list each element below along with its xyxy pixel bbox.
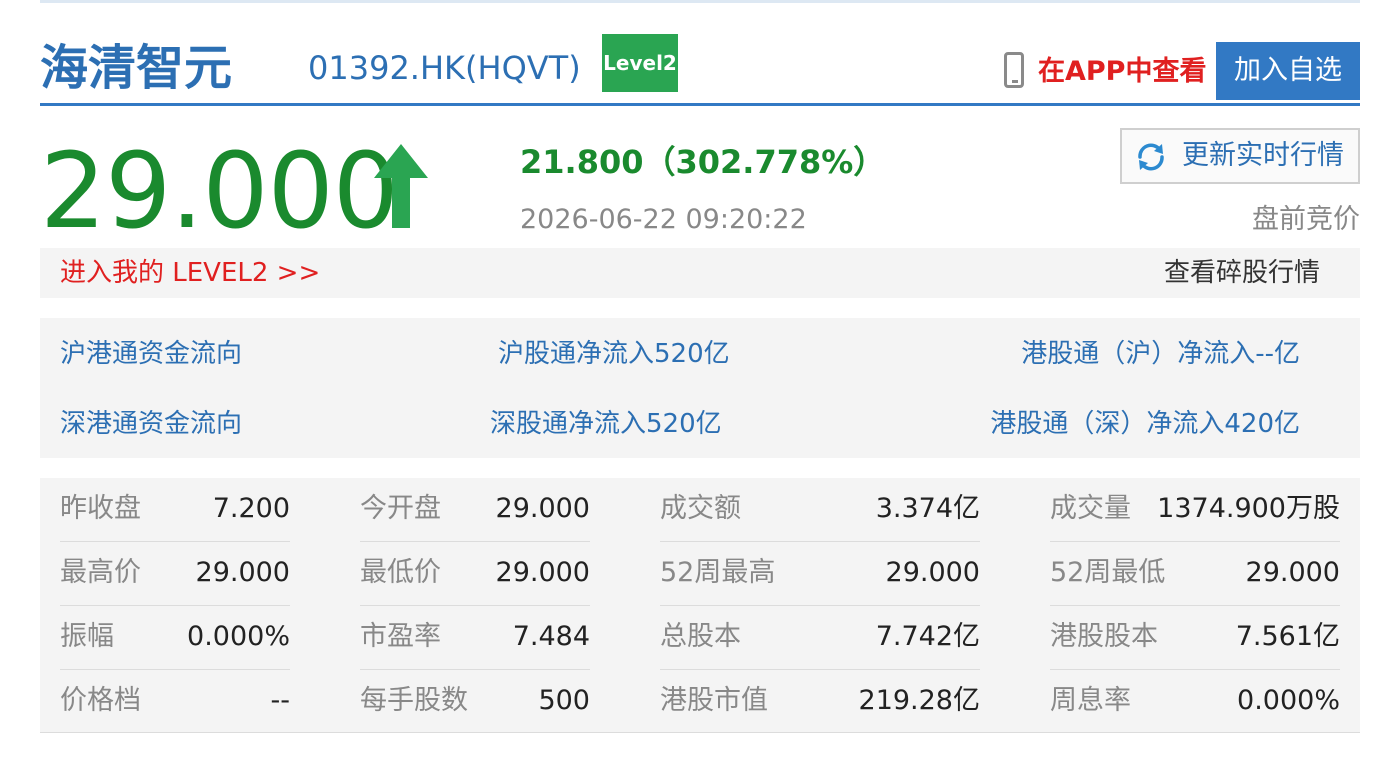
stat-label: 周息率 <box>1050 685 1131 716</box>
stat-label: 价格档 <box>60 685 141 716</box>
stat-label: 每手股数 <box>360 685 468 716</box>
stat-lot-size: 每手股数 500 <box>360 670 590 734</box>
stock-code: 01392.HK(HQVT) <box>308 49 581 87</box>
stat-amplitude: 振幅 0.000% <box>60 606 290 670</box>
stat-value: 0.000% <box>187 621 290 652</box>
stat-label: 成交额 <box>660 493 741 524</box>
stat-value: 29.000 <box>885 557 980 588</box>
stat-high: 最高价 29.000 <box>60 542 290 606</box>
quote-timestamp: 2026-06-22 09:20:22 <box>520 204 807 235</box>
view-in-app-link[interactable]: 在APP中查看 <box>1038 52 1206 92</box>
stat-value: 29.000 <box>1245 557 1340 588</box>
stat-52w-low: 52周最低 29.000 <box>1050 542 1340 606</box>
stat-value: 29.000 <box>195 557 290 588</box>
top-divider <box>40 0 1360 3</box>
stat-value: 500 <box>538 685 590 716</box>
stat-label: 最高价 <box>60 557 141 588</box>
level2-badge[interactable]: Level2 <box>602 34 678 92</box>
stat-value: 3.374亿 <box>875 493 980 524</box>
stat-dividend-yield: 周息率 0.000% <box>1050 670 1340 734</box>
up-arrow-icon <box>374 144 428 228</box>
sz-hk-flow-link[interactable]: 深港通资金流向 <box>60 404 242 444</box>
current-price: 29.000 <box>40 130 399 252</box>
odd-lot-quote-link[interactable]: 查看碎股行情 <box>1164 248 1320 298</box>
stat-value: 29.000 <box>495 493 590 524</box>
refresh-icon <box>1138 143 1164 171</box>
header-divider <box>40 103 1360 106</box>
stat-price-spread: 价格档 -- <box>60 670 290 734</box>
sh-southbound-flow[interactable]: 港股通（沪）净流入--亿 <box>1021 334 1300 374</box>
sz-northbound-flow[interactable]: 深股通净流入520亿 <box>490 404 722 444</box>
level2-bar: 进入我的 LEVEL2 >> 查看碎股行情 <box>40 248 1360 298</box>
stat-label: 52周最高 <box>660 557 776 588</box>
stat-label: 总股本 <box>660 621 741 652</box>
stat-value: 7.484 <box>512 621 590 652</box>
stat-label: 港股股本 <box>1050 621 1158 652</box>
capital-flow-panel: 沪港通资金流向 沪股通净流入520亿 港股通（沪）净流入--亿 深港通资金流向 … <box>40 318 1360 458</box>
phone-icon[interactable] <box>1004 52 1024 88</box>
stat-value: 1374.900万股 <box>1157 493 1340 524</box>
stat-value: -- <box>270 685 291 716</box>
add-to-watchlist-button[interactable]: 加入自选 <box>1216 42 1360 100</box>
stat-label: 市盈率 <box>360 621 441 652</box>
stat-label: 昨收盘 <box>60 493 141 524</box>
stat-hk-market-cap: 港股市值 219.28亿 <box>660 670 980 734</box>
stat-value: 7.200 <box>212 493 290 524</box>
stat-value: 29.000 <box>495 557 590 588</box>
stat-value: 7.561亿 <box>1235 621 1340 652</box>
stat-label: 振幅 <box>60 621 114 652</box>
stat-value: 219.28亿 <box>858 685 980 716</box>
enter-level2-link[interactable]: 进入我的 LEVEL2 >> <box>60 248 320 298</box>
stat-total-shares: 总股本 7.742亿 <box>660 606 980 670</box>
refresh-quote-button[interactable]: 更新实时行情 <box>1120 128 1360 184</box>
stat-value: 0.000% <box>1237 685 1340 716</box>
price-change: 21.800（302.778%） <box>520 143 886 181</box>
stat-label: 成交量 <box>1050 493 1131 524</box>
stat-label: 今开盘 <box>360 493 441 524</box>
stat-volume: 成交量 1374.900万股 <box>1050 478 1340 542</box>
sh-northbound-flow[interactable]: 沪股通净流入520亿 <box>498 334 730 374</box>
stat-open: 今开盘 29.000 <box>360 478 590 542</box>
stat-label: 港股市值 <box>660 685 768 716</box>
sz-southbound-flow[interactable]: 港股通（深）净流入420亿 <box>990 404 1300 444</box>
refresh-label: 更新实时行情 <box>1182 140 1344 171</box>
stat-52w-high: 52周最高 29.000 <box>660 542 980 606</box>
stat-low: 最低价 29.000 <box>360 542 590 606</box>
stat-prev-close: 昨收盘 7.200 <box>60 478 290 542</box>
session-status: 盘前竞价 <box>1252 204 1360 235</box>
stat-label: 最低价 <box>360 557 441 588</box>
bottom-divider <box>40 732 1360 733</box>
stats-grid: 昨收盘 7.200 今开盘 29.000 成交额 3.374亿 成交量 1374… <box>40 478 1360 732</box>
stat-value: 7.742亿 <box>875 621 980 652</box>
stat-label: 52周最低 <box>1050 557 1166 588</box>
sh-hk-flow-link[interactable]: 沪港通资金流向 <box>60 334 242 374</box>
stat-hk-shares: 港股股本 7.561亿 <box>1050 606 1340 670</box>
stat-turnover: 成交额 3.374亿 <box>660 478 980 542</box>
stock-name: 海清智元 <box>40 40 233 96</box>
stat-pe-ratio: 市盈率 7.484 <box>360 606 590 670</box>
